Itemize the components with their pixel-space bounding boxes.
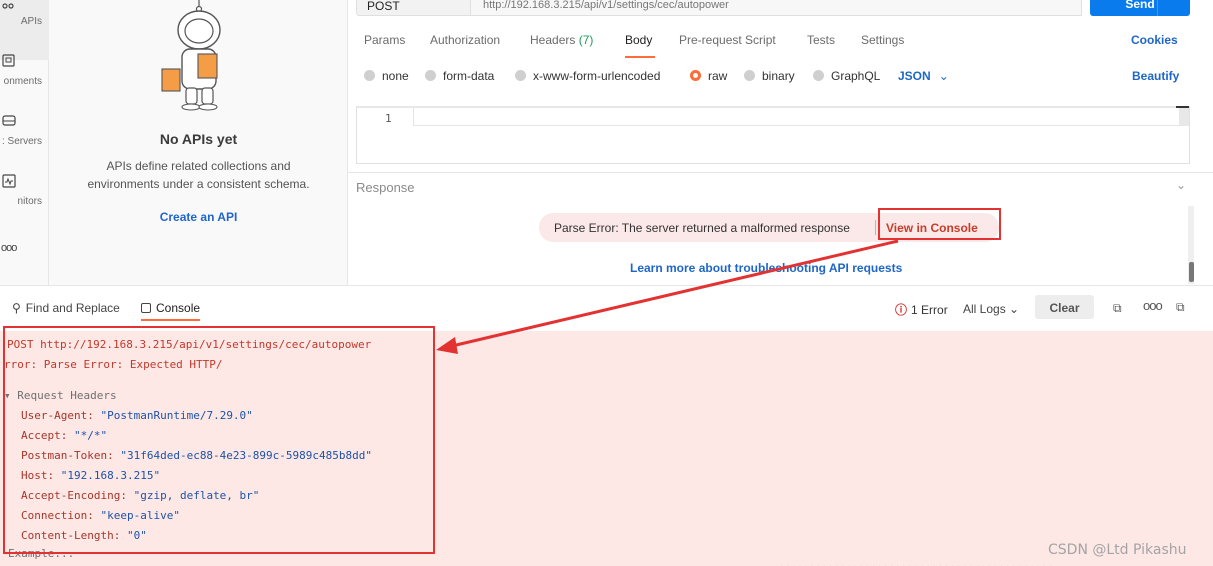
console-toolbar: ⚲ Find and Replace Console ⓘ 1 Error All L…	[0, 285, 1213, 331]
log-filter-select[interactable]: All Logs ⌄	[963, 302, 1019, 316]
empty-state-description: APIs define related collections and envi…	[87, 159, 310, 191]
method-select[interactable]: POST	[356, 0, 471, 16]
environments-icon	[2, 54, 15, 67]
apis-icon	[2, 3, 14, 9]
monitors-icon	[2, 174, 16, 188]
tab-body[interactable]: Body	[625, 33, 652, 47]
radio-icon	[364, 70, 375, 81]
find-replace-label: Find and Replace	[25, 301, 120, 315]
radio-label: none	[382, 69, 409, 83]
pane-divider[interactable]	[348, 172, 1213, 173]
chevron-down-icon[interactable]: ⌄	[1176, 178, 1186, 192]
tab-headers-label: Headers	[530, 33, 576, 47]
watermark: CSDN @Ltd Pikashu	[1048, 542, 1187, 558]
send-button[interactable]: Send	[1090, 0, 1190, 16]
search-icon: ⚲	[12, 301, 21, 315]
sidebar-rail: APIs onments : Servers nitors ooo	[0, 0, 49, 285]
active-tab-indicator	[141, 319, 200, 321]
tab-authorization[interactable]: Authorization	[430, 33, 500, 47]
tab-params[interactable]: Params	[364, 33, 405, 47]
mock-servers-icon	[2, 115, 16, 126]
banner-divider	[875, 220, 876, 235]
response-title: Response	[356, 180, 415, 195]
tab-tests[interactable]: Tests	[807, 33, 835, 47]
tab-settings[interactable]: Settings	[861, 33, 904, 47]
tab-pre-request-script[interactable]: Pre-request Script	[679, 33, 776, 47]
active-tab-indicator	[625, 56, 655, 58]
console-tab-label: Console	[156, 301, 201, 315]
beautify-link[interactable]: Beautify	[1132, 69, 1179, 83]
format-select[interactable]: JSON ⌄	[898, 69, 949, 83]
radio-raw[interactable]: raw	[690, 69, 727, 83]
editor-scrollbar[interactable]	[1179, 108, 1189, 126]
log-filter-value: All Logs	[963, 302, 1006, 316]
learn-more-link[interactable]: Learn more about troubleshooting API req…	[630, 261, 902, 275]
status-bar-fragment: · · · · · · · · · · · · · · · · · · · · …	[780, 561, 1052, 566]
more-options-icon[interactable]: ooo	[1143, 298, 1163, 313]
radio-binary[interactable]: binary	[744, 69, 795, 83]
radio-icon	[744, 70, 755, 81]
radio-label: raw	[708, 69, 728, 83]
sidebar-item-mock-servers[interactable]: : Servers	[0, 108, 49, 168]
sidebar-item-label: APIs	[20, 16, 42, 27]
sidebar-item-monitors[interactable]: nitors	[0, 168, 49, 228]
radio-none[interactable]: none	[364, 69, 409, 83]
cookies-link[interactable]: Cookies	[1131, 33, 1178, 47]
headers-count-badge: (7)	[578, 33, 594, 47]
console-icon	[141, 303, 151, 313]
apis-panel: No APIs yet APIs define related collecti…	[49, 0, 348, 285]
clear-button[interactable]: Clear	[1035, 295, 1094, 319]
send-split-divider	[1157, 0, 1158, 16]
copy-icon[interactable]: ⧉	[1113, 301, 1122, 316]
tab-headers[interactable]: Headers (7)	[530, 33, 593, 47]
radio-selected-icon	[690, 70, 701, 81]
editor-scrollbar-thumb[interactable]	[1176, 106, 1189, 108]
radio-x-www-form-urlencoded[interactable]: x-www-form-urlencoded	[515, 69, 660, 83]
sidebar-item-environments[interactable]: onments	[0, 48, 49, 108]
astronaut-illustration	[161, 0, 221, 111]
chevron-down-icon: ⌄	[938, 69, 949, 83]
radio-form-data[interactable]: form-data	[425, 69, 494, 83]
radio-icon	[515, 70, 526, 81]
radio-graphql[interactable]: GraphQL	[813, 69, 880, 83]
radio-icon	[813, 70, 824, 81]
radio-label: x-www-form-urlencoded	[533, 69, 661, 83]
radio-label: form-data	[443, 69, 495, 83]
line-number: 1	[385, 112, 392, 125]
send-button-label: Send	[1125, 0, 1155, 11]
popout-icon[interactable]: ⧉	[1176, 300, 1185, 315]
create-api-link[interactable]: Create an API	[49, 210, 348, 224]
radio-label: binary	[762, 69, 795, 83]
parse-error-message: Parse Error: The server returned a malfo…	[554, 221, 850, 235]
format-select-value: JSON	[898, 69, 931, 83]
radio-label: GraphQL	[831, 69, 881, 83]
url-input[interactable]: http://192.168.3.215/api/v1/settings/cec…	[471, 0, 1082, 16]
empty-state-title: No APIs yet	[159, 131, 238, 147]
find-replace-tab[interactable]: ⚲ Find and Replace	[12, 301, 120, 315]
error-count-badge[interactable]: ⓘ 1 Error	[895, 301, 948, 318]
sidebar-item-label: onments	[3, 76, 42, 87]
body-editor[interactable]: 1	[356, 106, 1190, 164]
console-tab[interactable]: Console	[141, 301, 200, 315]
annotation-box-console-log	[3, 326, 435, 554]
sidebar-item-label: nitors	[17, 196, 42, 207]
error-count-label: 1 Error	[911, 303, 948, 317]
editor-line[interactable]	[413, 108, 1189, 126]
more-icon: ooo	[1, 242, 17, 254]
radio-icon	[425, 70, 436, 81]
error-icon: ⓘ	[895, 303, 908, 317]
sidebar-item-label: : Servers	[1, 136, 42, 147]
response-scrollbar-thumb[interactable]	[1189, 262, 1194, 282]
chevron-down-icon: ⌄	[1009, 302, 1020, 316]
annotation-box-view-console	[878, 208, 1001, 240]
